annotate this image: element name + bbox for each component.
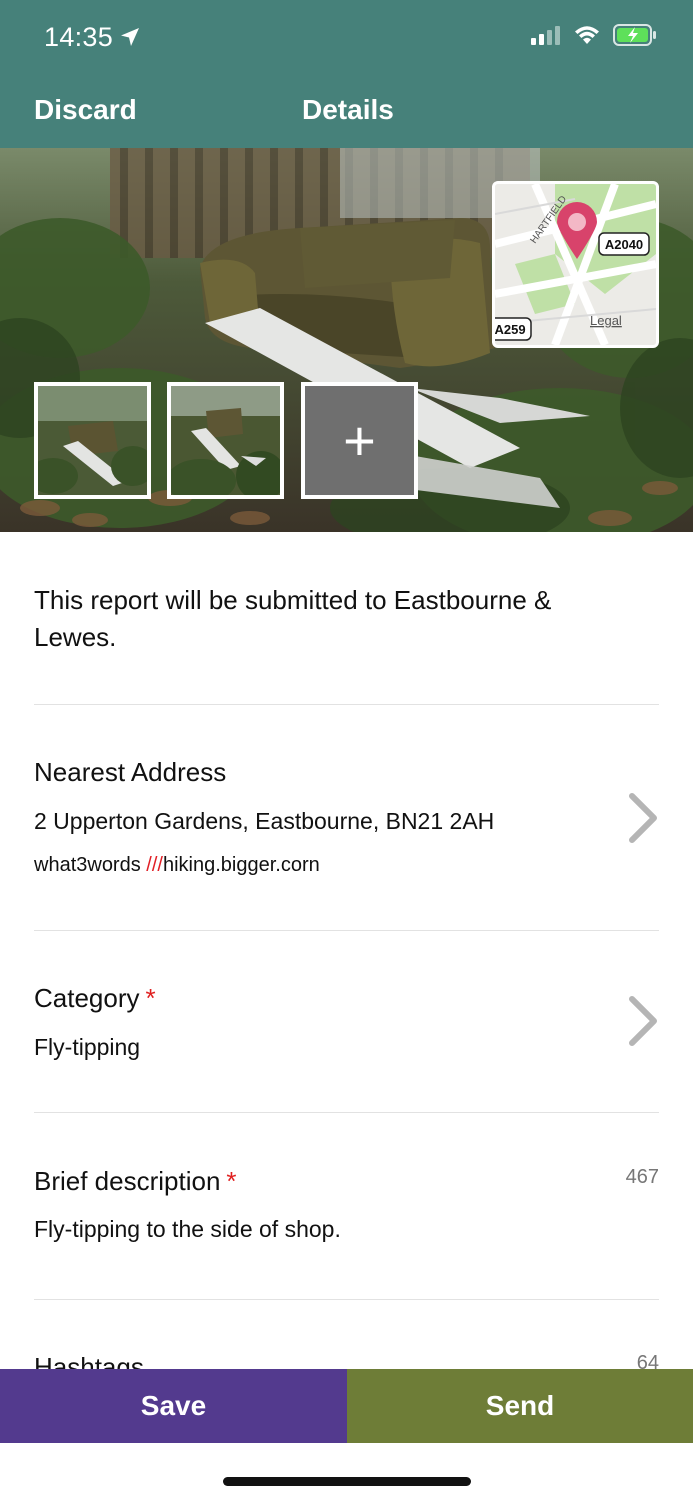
description-label: Brief description * bbox=[34, 1166, 237, 1197]
app-header: 14:35 Discard Details bbox=[0, 0, 693, 148]
what3words-address: what3words ///hiking.bigger.corn bbox=[34, 854, 320, 877]
what3words-prefix: what3words bbox=[34, 854, 147, 876]
description-value[interactable]: Fly-tipping to the side of shop. bbox=[34, 1216, 341, 1243]
required-marker: * bbox=[145, 983, 156, 1013]
battery-charging-icon bbox=[613, 24, 657, 51]
what3words-slashes: /// bbox=[146, 854, 163, 876]
what3words-words: hiking.bigger.corn bbox=[162, 854, 320, 876]
clock-text: 14:35 bbox=[44, 22, 114, 52]
location-map-thumbnail[interactable]: HARTFIELD A2040 A259 Legal bbox=[492, 181, 659, 348]
photo-thumbnail-1[interactable] bbox=[34, 382, 151, 499]
required-marker: * bbox=[226, 1166, 237, 1196]
divider bbox=[34, 704, 659, 705]
map-legal-link[interactable]: Legal bbox=[590, 313, 622, 328]
category-label: Category * bbox=[34, 983, 156, 1014]
category-value: Fly-tipping bbox=[34, 1034, 141, 1060]
category-label-text: Category bbox=[34, 983, 140, 1013]
divider bbox=[34, 930, 659, 931]
status-icons bbox=[531, 24, 657, 51]
home-bar-area bbox=[0, 1443, 693, 1500]
map-road-label-a2040: A2040 bbox=[605, 237, 643, 252]
discard-button[interactable]: Discard bbox=[34, 94, 137, 126]
photo-thumbnail-2[interactable] bbox=[167, 382, 284, 499]
add-photo-button[interactable]: + bbox=[301, 382, 418, 499]
wifi-icon bbox=[573, 25, 601, 50]
status-bar-time: 14:35 bbox=[44, 22, 141, 55]
chevron-right-icon bbox=[627, 792, 659, 849]
send-button[interactable]: Send bbox=[347, 1369, 693, 1443]
description-label-text: Brief description bbox=[34, 1166, 221, 1196]
map-road-label-a259: A259 bbox=[495, 322, 526, 337]
save-button[interactable]: Save bbox=[0, 1369, 347, 1443]
page-title: Details bbox=[302, 94, 394, 125]
location-arrow-icon bbox=[119, 24, 141, 55]
divider bbox=[34, 1112, 659, 1113]
submission-notice: This report will be submitted to Eastbou… bbox=[34, 585, 552, 652]
divider bbox=[34, 1299, 659, 1300]
nearest-address-label: Nearest Address bbox=[34, 757, 227, 787]
cellular-signal-icon bbox=[531, 25, 561, 50]
home-indicator[interactable] bbox=[223, 1477, 471, 1486]
nearest-address-value: 2 Upperton Gardens, Eastbourne, BN21 2AH bbox=[34, 808, 495, 834]
chevron-right-icon bbox=[627, 995, 659, 1052]
description-char-counter: 467 bbox=[625, 1166, 659, 1188]
report-photo[interactable]: + HARTFIELD A2040 A259 Legal bbox=[0, 148, 693, 532]
